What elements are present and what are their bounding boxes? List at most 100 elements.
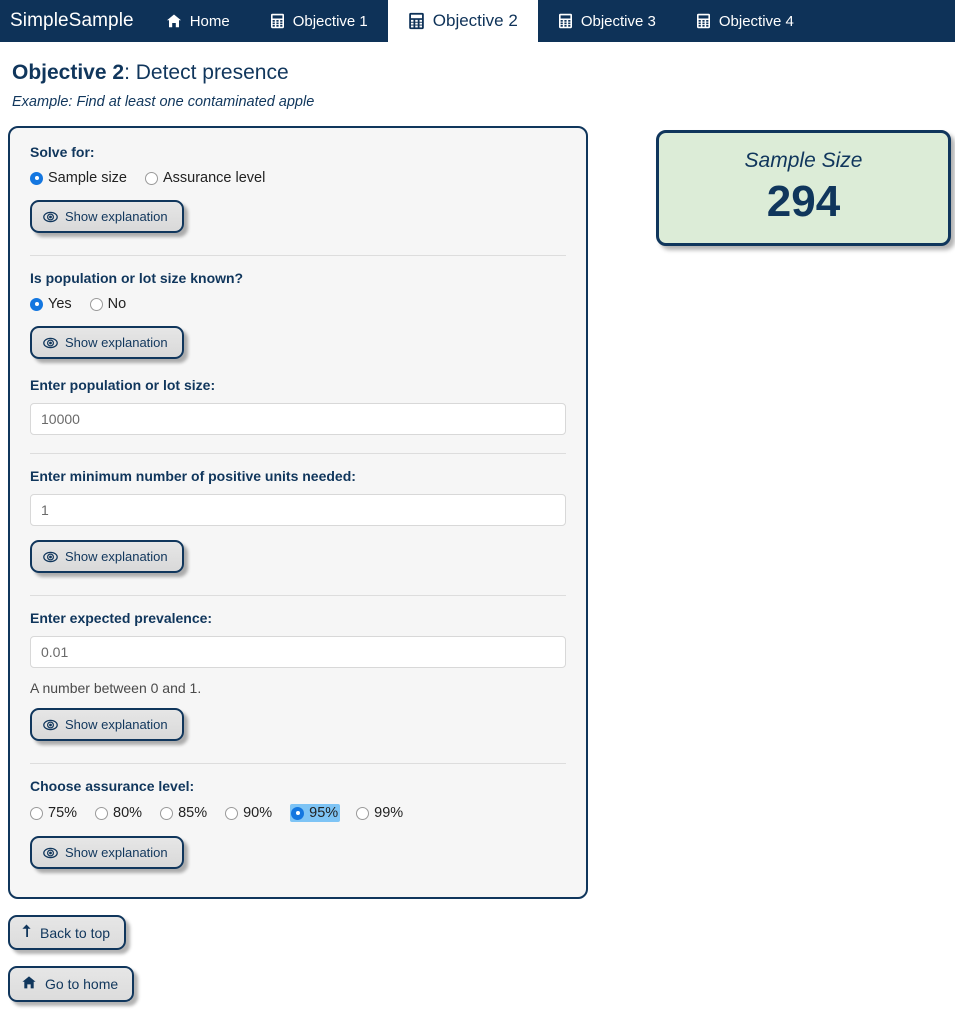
nav-tab-home[interactable]: Home (146, 0, 250, 42)
page-title-bold: Objective 2 (12, 61, 125, 84)
result-label: Sample Size (744, 149, 863, 173)
calculator-icon (408, 12, 425, 30)
nav-tab-label: Objective 4 (718, 12, 794, 30)
positive-units-label: Enter minimum number of positive units n… (30, 468, 356, 485)
radio-option-85[interactable]: 85% (160, 805, 207, 821)
nav-tab-objective-4[interactable]: Objective 4 (676, 0, 814, 42)
divider (30, 453, 566, 455)
show-explanation-button-positive-units[interactable]: Show explanation (30, 540, 184, 574)
show-explanation-button-assurance-level[interactable]: Show explanation (30, 836, 184, 870)
radio-label: 95% (309, 805, 339, 822)
radio-indicator[interactable] (356, 806, 370, 820)
section-prevalence: Enter expected prevalence: A number betw… (30, 610, 566, 745)
radio-option-no[interactable]: No (89, 296, 126, 312)
prevalence-input[interactable] (30, 636, 566, 669)
radio-option-90[interactable]: 90% (225, 805, 272, 821)
eye-icon (43, 211, 58, 223)
solve-for-radio-group: Sample size Assurance level (30, 170, 566, 186)
radio-indicator[interactable] (144, 171, 158, 185)
page-title-rest: : Detect presence (124, 61, 289, 84)
calculator-icon (270, 13, 285, 29)
radio-label: 75% (48, 805, 78, 822)
arrow-up-icon (21, 924, 32, 941)
radio-label: 80% (113, 805, 143, 822)
show-explanation-button-prevalence[interactable]: Show explanation (30, 708, 184, 742)
nav-tab-label: Objective 2 (432, 11, 518, 30)
divider (30, 255, 566, 257)
result-area: Sample Size 294 (656, 130, 951, 247)
nav-tab-label: Objective 1 (292, 12, 368, 30)
nav-tab-label: Objective 3 (580, 12, 656, 30)
radio-indicator[interactable] (30, 171, 43, 185)
radio-option-80[interactable]: 80% (95, 805, 142, 821)
button-label: Back to top (40, 924, 111, 941)
solve-for-label: Solve for: (30, 144, 95, 161)
radio-indicator[interactable] (30, 806, 43, 820)
result-value: 294 (766, 177, 841, 227)
radio-indicator[interactable] (95, 806, 109, 820)
divider (30, 763, 566, 765)
page-subtitle: Example: Find at least one contaminated … (12, 94, 315, 111)
eye-icon (43, 719, 58, 731)
assurance-level-radio-group: 75% 80% 85% 90% 95% 99% (30, 804, 566, 823)
nav-tab-objective-1[interactable]: Objective 1 (250, 0, 388, 42)
prevalence-label: Enter expected prevalence: (30, 610, 213, 627)
radio-indicator[interactable] (160, 806, 174, 820)
nav-tab-objective-2[interactable]: Objective 2 (387, 0, 538, 42)
show-explanation-button-population-known[interactable]: Show explanation (30, 326, 184, 360)
section-population-known: Is population or lot size known? Yes No (30, 270, 566, 436)
button-label: Show explanation (65, 845, 168, 861)
brand-logo[interactable]: SimpleSample (0, 0, 146, 42)
divider (30, 595, 566, 597)
radio-label: 90% (243, 805, 273, 822)
section-solve-for: Solve for: Sample size Assurance level S… (30, 144, 566, 237)
footer-actions: Back to top Go to home (8, 915, 955, 1018)
radio-option-assurance-level[interactable]: Assurance level (144, 170, 266, 187)
radio-indicator[interactable] (225, 806, 239, 820)
calculator-form-panel: Solve for: Sample size Assurance level S… (8, 126, 588, 900)
show-explanation-button-solve-for[interactable]: Show explanation (30, 200, 184, 234)
population-size-label: Enter population or lot size: (30, 377, 216, 394)
radio-indicator[interactable] (30, 297, 43, 311)
page-content: Objective 2: Detect presence Example: Fi… (0, 60, 955, 1018)
main-layout: Solve for: Sample size Assurance level S… (0, 126, 955, 900)
radio-indicator[interactable] (89, 297, 103, 311)
prevalence-help-text: A number between 0 and 1. (30, 680, 202, 697)
radio-indicator[interactable] (291, 806, 305, 820)
button-label: Show explanation (65, 209, 168, 225)
section-positive-units: Enter minimum number of positive units n… (30, 468, 566, 577)
calculator-icon (558, 13, 573, 29)
navbar: SimpleSample Home Objective 1 Objective … (0, 0, 955, 42)
button-label: Go to home (45, 976, 119, 993)
radio-option-75[interactable]: 75% (30, 805, 77, 821)
section-assurance-level: Choose assurance level: 75% 80% 85% 90% … (30, 778, 566, 873)
go-to-home-button[interactable]: Go to home (8, 966, 135, 1003)
positive-units-input[interactable] (30, 494, 566, 527)
eye-icon (43, 551, 58, 563)
button-label: Show explanation (65, 717, 168, 733)
sample-size-result-box: Sample Size 294 (656, 130, 951, 247)
radio-option-95[interactable]: 95% (290, 804, 341, 823)
radio-option-sample-size[interactable]: Sample size (30, 170, 127, 186)
assurance-level-label: Choose assurance level: (30, 778, 195, 795)
home-icon (166, 13, 182, 29)
radio-label: 99% (374, 805, 404, 822)
radio-label: Yes (48, 296, 72, 313)
eye-icon (43, 337, 58, 349)
population-size-input[interactable] (30, 403, 566, 436)
radio-label: Assurance level (162, 170, 266, 187)
radio-option-99[interactable]: 99% (356, 805, 403, 821)
population-known-radio-group: Yes No (30, 296, 566, 312)
radio-option-yes[interactable]: Yes (30, 296, 72, 312)
button-label: Show explanation (65, 549, 168, 565)
population-known-label: Is population or lot size known? (30, 270, 244, 287)
back-to-top-button[interactable]: Back to top (8, 915, 127, 951)
button-label: Show explanation (65, 335, 168, 351)
home-icon (21, 975, 37, 993)
nav-tab-label: Home (189, 12, 230, 30)
radio-label: Sample size (48, 170, 127, 187)
page-title: Objective 2: Detect presence (12, 60, 955, 85)
nav-tab-objective-3[interactable]: Objective 3 (538, 0, 676, 42)
calculator-icon (696, 13, 711, 29)
eye-icon (43, 847, 58, 859)
